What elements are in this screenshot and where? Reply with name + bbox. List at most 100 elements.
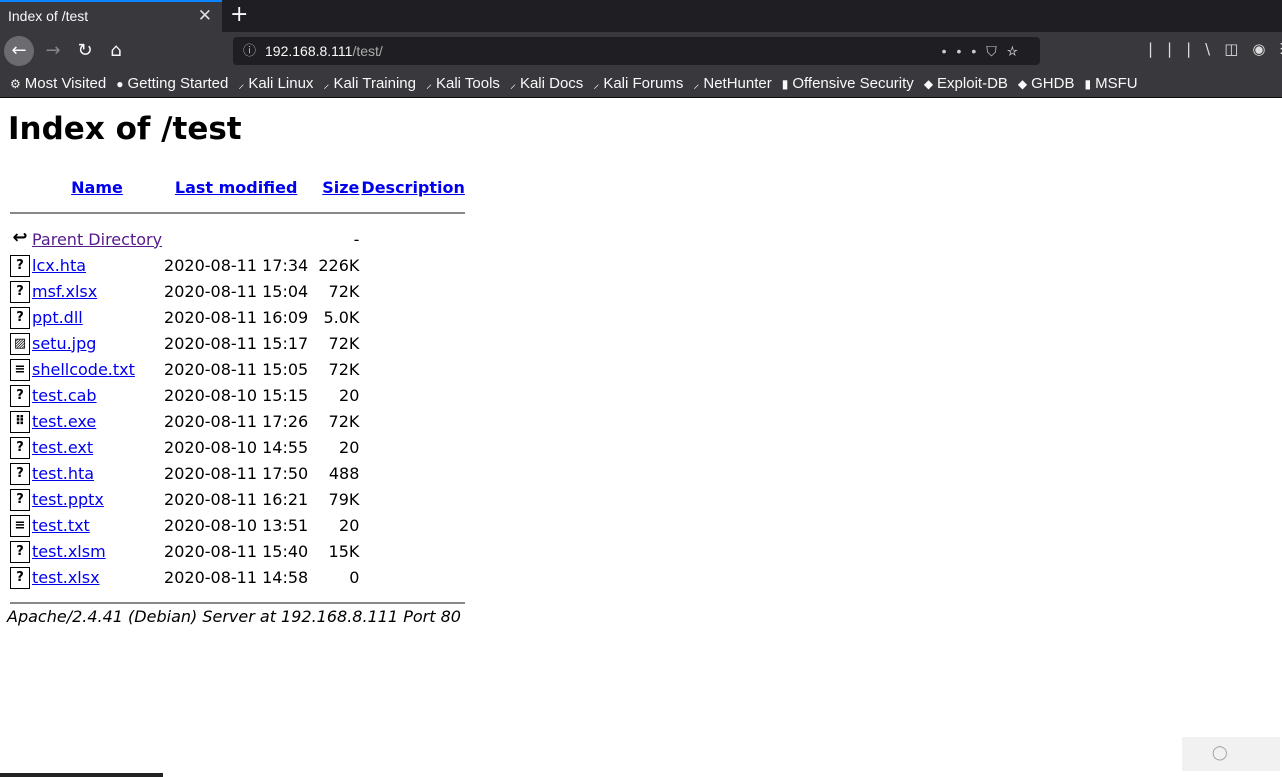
bookmark-label: MSFU	[1095, 75, 1138, 92]
file-link[interactable]: test.hta	[32, 464, 94, 483]
file-link[interactable]: ppt.dll	[32, 308, 83, 327]
directory-listing: Name Last modified Size Description ↩ Pa…	[8, 173, 467, 617]
table-row: ? lcx.hta 2020-08-11 17:34 226K	[10, 253, 465, 277]
file-link[interactable]: test.exe	[32, 412, 96, 431]
pocket-icon[interactable]: ⛉	[986, 43, 1007, 59]
size-cell: 72K	[328, 333, 360, 353]
bookmark-item[interactable]: ⸝ Kali Forums	[593, 75, 683, 92]
table-row: ≡ test.txt 2020-08-10 13:51 20	[10, 513, 465, 537]
back-arrow-icon: ↩	[10, 228, 30, 250]
bookmark-item[interactable]: ⚙ Most Visited	[10, 75, 106, 92]
horizontal-scrollbar[interactable]	[0, 773, 163, 777]
bookmark-item[interactable]: ● Getting Started	[116, 75, 228, 92]
sort-by-size[interactable]: Size	[322, 178, 359, 197]
size-cell: 20	[339, 385, 360, 405]
table-row: ? test.pptx 2020-08-11 16:21 79K	[10, 487, 465, 511]
size-cell: 72K	[328, 411, 360, 431]
back-button[interactable]: ←	[4, 36, 34, 66]
bookmark-item[interactable]: ⸝ Kali Tools	[426, 75, 500, 92]
table-row: ? ppt.dll 2020-08-11 16:09 5.0K	[10, 305, 465, 329]
nav-toolbar: ← → ↻ ⌂ ⓘ 192.168.8.111/test/ •••⛉☆ |||\…	[0, 32, 1282, 71]
more-icon[interactable]: •••	[942, 43, 987, 59]
bookmark-item[interactable]: ⸝ Kali Training	[323, 75, 416, 92]
sort-by-name[interactable]: Name	[71, 178, 123, 197]
file-type-icon: ?	[10, 566, 30, 589]
table-row: ↩ Parent Directory -	[10, 227, 465, 251]
bookmark-item[interactable]: ▮ Offensive Security	[782, 75, 914, 92]
sidebar-icon[interactable]: ◫	[1224, 40, 1252, 58]
file-type-icon: ?	[10, 306, 30, 329]
modified-cell: 2020-08-10 15:15	[164, 385, 309, 405]
bookmark-icon: ⸝	[693, 77, 700, 91]
tab-title: Index of /test	[8, 8, 89, 24]
sort-by-modified[interactable]: Last modified	[175, 178, 298, 197]
tab-index-of-test[interactable]: Index of /test ✕	[0, 0, 222, 32]
size-cell: 15K	[328, 541, 360, 561]
file-link[interactable]: test.xlsx	[32, 568, 100, 587]
url-bar[interactable]: ⓘ 192.168.8.111/test/ •••⛉☆	[233, 37, 1040, 65]
modified-cell: 2020-08-11 16:21	[164, 489, 309, 509]
info-icon[interactable]: ⓘ	[243, 37, 256, 65]
bookmark-star-icon[interactable]: ☆	[1007, 43, 1028, 59]
bookmark-item[interactable]: ◆ GHDB	[1018, 75, 1075, 92]
size-cell: 20	[339, 437, 360, 457]
file-type-icon: ?	[10, 384, 30, 407]
bookmark-item[interactable]: ▮ MSFU	[1084, 75, 1137, 92]
table-row: ▨ setu.jpg 2020-08-11 15:17 72K	[10, 331, 465, 355]
file-type-icon: ▨	[10, 332, 30, 355]
forward-button[interactable]: →	[38, 36, 68, 66]
modified-cell: 2020-08-11 16:09	[164, 307, 309, 327]
modified-cell: 2020-08-11 17:34	[164, 255, 309, 275]
url-host: 192.168.8.111	[265, 43, 353, 59]
close-tab-icon[interactable]: ✕	[198, 6, 212, 26]
bookmark-icon: ⸝	[425, 77, 432, 91]
bookmark-icon: ⸝	[323, 77, 330, 91]
file-type-icon: ?	[10, 462, 30, 485]
file-link[interactable]: test.xlsm	[32, 542, 106, 561]
file-link[interactable]: test.cab	[32, 386, 97, 405]
bookmark-icon: ⚙	[10, 77, 21, 91]
modified-cell: 2020-08-11 14:58	[164, 567, 309, 587]
bookmark-item[interactable]: ⸝ Kali Linux	[238, 75, 313, 92]
table-row: ? test.xlsm 2020-08-11 15:40 15K	[10, 539, 465, 563]
modified-cell: 2020-08-10 14:55	[164, 437, 309, 457]
file-type-icon: ?	[10, 254, 30, 277]
bookmark-item[interactable]: ◆ Exploit-DB	[924, 75, 1008, 92]
file-link[interactable]: test.txt	[32, 516, 90, 535]
modified-cell: 2020-08-11 17:26	[164, 411, 309, 431]
file-link[interactable]: msf.xlsx	[32, 282, 97, 301]
reload-button[interactable]: ↻	[70, 36, 100, 66]
bookmark-icon: ⸝	[509, 77, 516, 91]
size-cell: 226K	[318, 255, 360, 275]
file-link[interactable]: setu.jpg	[32, 334, 96, 353]
new-tab-button[interactable]: +	[230, 2, 248, 27]
table-row: ≡ shellcode.txt 2020-08-11 15:05 72K	[10, 357, 465, 381]
file-type-icon: ≡	[10, 358, 30, 381]
bookmark-item[interactable]: ⸝ NetHunter	[693, 75, 771, 92]
library-icon[interactable]: |||\	[1148, 40, 1224, 58]
bookmark-label: Kali Linux	[248, 75, 314, 92]
modified-cell: 2020-08-11 15:05	[164, 359, 309, 379]
file-link[interactable]: test.ext	[32, 438, 93, 457]
file-link[interactable]: shellcode.txt	[32, 360, 135, 379]
parent-directory-link[interactable]: Parent Directory	[32, 230, 162, 249]
bookmark-label: Most Visited	[24, 75, 107, 92]
file-link[interactable]: lcx.hta	[32, 256, 86, 275]
modified-cell: 2020-08-10 13:51	[164, 515, 309, 535]
bookmark-item[interactable]: ⸝ Kali Docs	[510, 75, 583, 92]
bookmark-icon: ▮	[781, 77, 789, 91]
size-cell: 5.0K	[323, 307, 360, 327]
file-type-icon: ?	[10, 540, 30, 563]
account-icon[interactable]: ◉	[1252, 40, 1279, 58]
sort-by-description[interactable]: Description	[361, 178, 464, 197]
table-row: ⠿ test.exe 2020-08-11 17:26 72K	[10, 409, 465, 433]
modified-cell: 2020-08-11 15:40	[164, 541, 309, 561]
home-button[interactable]: ⌂	[101, 36, 131, 66]
file-type-icon: ?	[10, 436, 30, 459]
bookmark-label: Kali Training	[333, 75, 416, 92]
server-signature: Apache/2.4.41 (Debian) Server at 192.168…	[7, 607, 461, 626]
modified-cell: 2020-08-11 15:17	[164, 333, 309, 353]
file-link[interactable]: test.pptx	[32, 490, 104, 509]
bookmark-icon: ⸝	[238, 77, 245, 91]
modified-cell: 2020-08-11 15:04	[164, 281, 309, 301]
